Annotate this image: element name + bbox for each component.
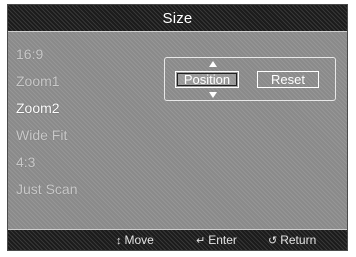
arrow-down-icon [209,92,217,98]
menu-item-zoom1[interactable]: Zoom1 [16,68,156,95]
enter-icon: ↵ [196,235,206,247]
move-hint: ↕ Move [116,233,154,247]
return-icon: ↺ [268,235,278,247]
size-option-list: 16:9 Zoom1 Zoom2 Wide Fit 4:3 Just Scan [16,41,156,203]
menu-item-zoom2[interactable]: Zoom2 [16,95,156,122]
footer-bar: ↕ Move ↵ Enter ↺ Return [8,229,347,250]
reset-button[interactable]: Reset [257,71,319,88]
enter-hint: ↵ Enter [196,233,237,247]
window-title: Size [162,9,193,27]
menu-item-wide-fit[interactable]: Wide Fit [16,122,156,149]
menu-item-4-3[interactable]: 4:3 [16,149,156,176]
zoom-submenu: Position Reset [164,57,336,101]
return-label: Return [280,233,317,247]
menu-item-16-9[interactable]: 16:9 [16,41,156,68]
arrow-up-icon [209,61,217,67]
position-button[interactable]: Position [175,71,239,88]
enter-label: Enter [208,233,237,247]
move-label: Move [124,233,154,247]
return-hint: ↺ Return [268,233,316,247]
up-down-arrow-icon: ↕ [116,235,122,247]
menu-item-just-scan[interactable]: Just Scan [16,176,156,203]
title-bar: Size [8,5,347,32]
size-menu-window: Size 16:9 Zoom1 Zoom2 Wide Fit 4:3 Just … [7,4,348,251]
